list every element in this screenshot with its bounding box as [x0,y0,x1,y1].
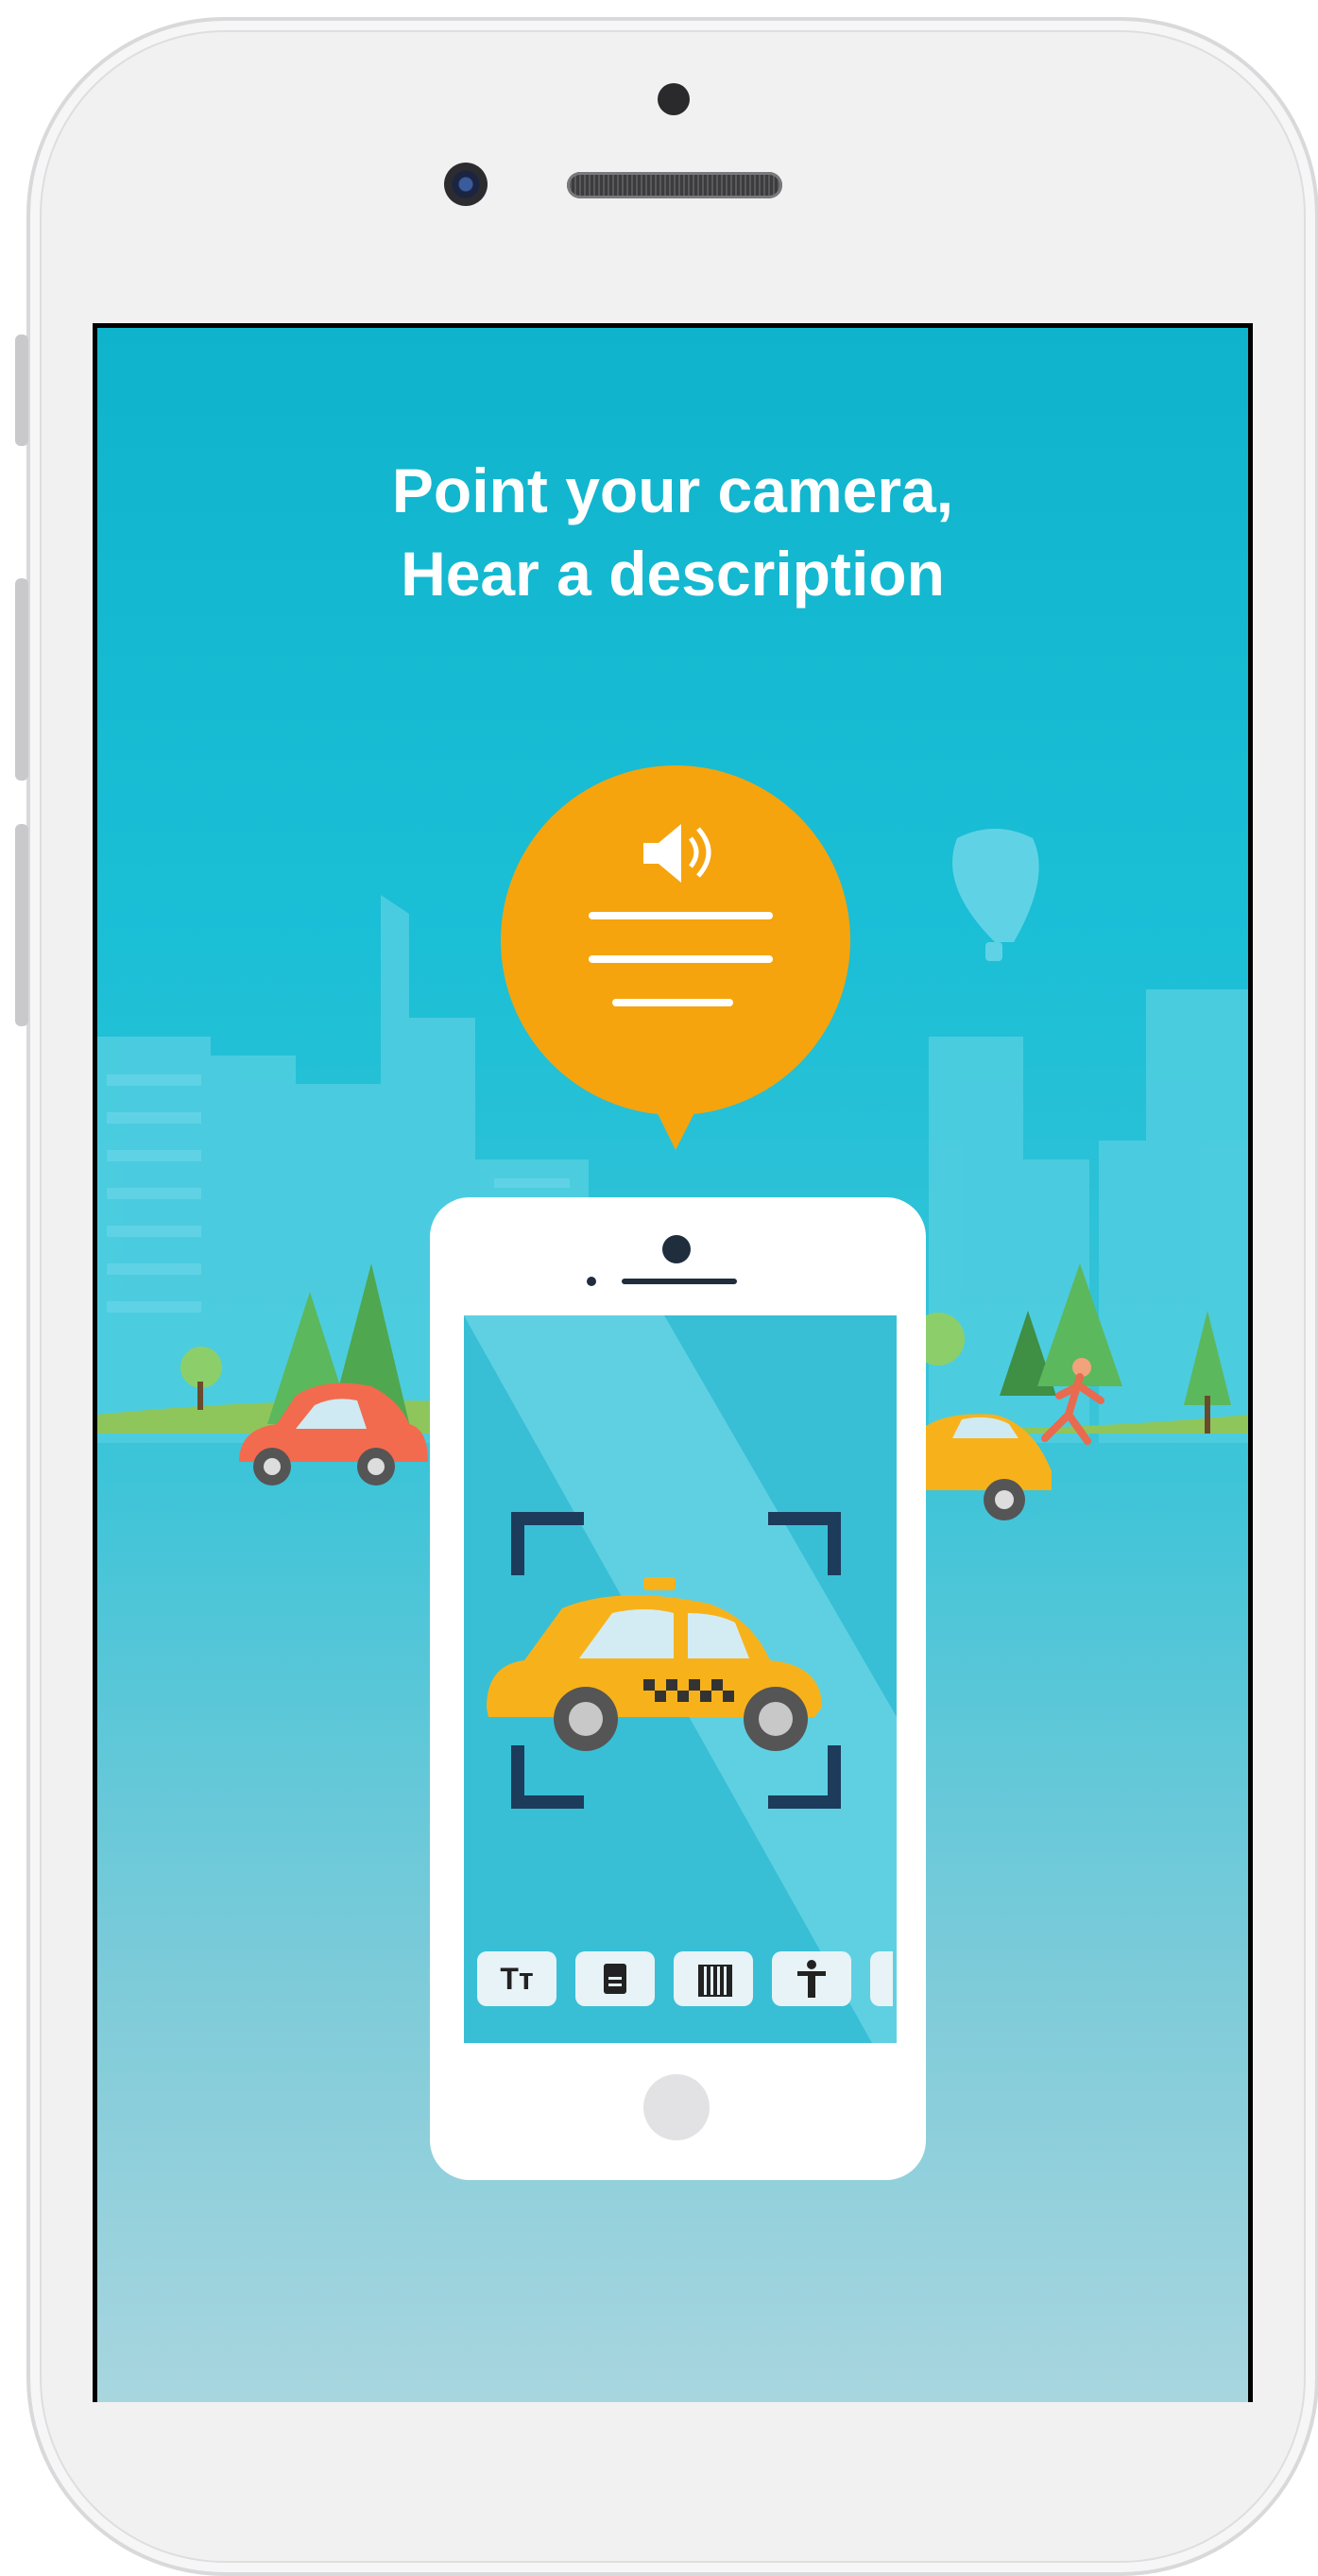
mute-switch [15,335,28,446]
text-line-icon [589,912,773,919]
illustration [97,765,1248,2180]
person-icon [772,1951,851,2006]
volume-down-button [15,824,28,1026]
earpiece-speaker [567,172,782,198]
more-icon [870,1951,893,2006]
barcode-icon [674,1951,753,2006]
balloon-icon [952,829,1039,961]
front-camera [444,163,488,206]
volume-up-button [15,578,28,781]
document-icon [575,1951,655,2006]
speech-bubble [501,765,850,1150]
illustrated-toolbar: Tт [477,1951,893,2008]
text-line-icon [612,999,733,1006]
headline-line-2: Hear a description [401,539,945,609]
text-icon-label: Tт [500,1961,534,1996]
proximity-sensor [658,83,690,115]
text-line-icon [589,955,773,963]
headline: Point your camera, Hear a description [97,449,1248,615]
app-screen: Point your camera, Hear a description Tт [97,328,1248,2402]
device-screen: Point your camera, Hear a description Tт [93,323,1253,2402]
headline-line-1: Point your camera, [391,455,954,525]
text-icon: Tт [477,1951,556,2006]
